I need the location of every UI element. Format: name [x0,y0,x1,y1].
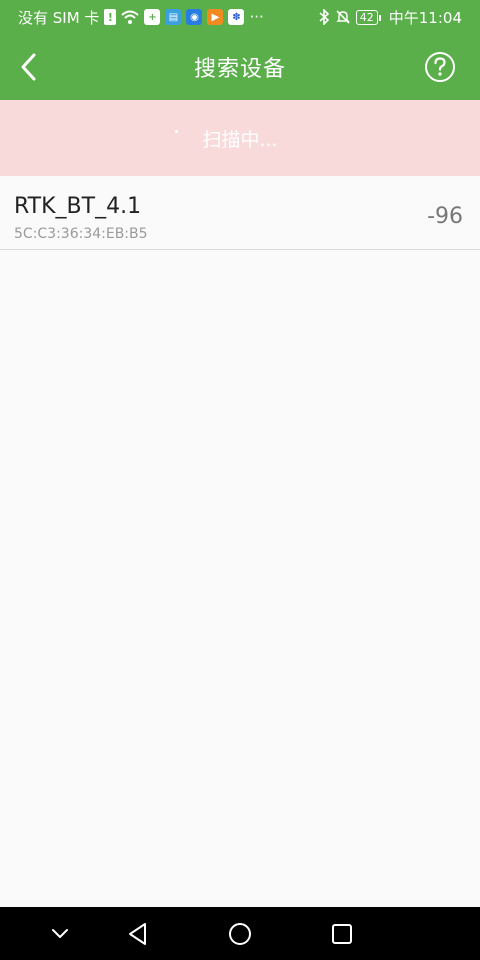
battery-icon: 42 [355,9,381,25]
more-notifications-icon: ··· [249,8,264,26]
battery-level: 42 [359,10,374,24]
collapse-icon[interactable] [45,919,75,949]
page-title: 搜索设备 [193,57,286,82]
status-bar: 没有 SIM 卡 ! + ▤ ◉ ▶ ✽ ··· 42 中午11:04 [0,0,480,34]
back-triangle-icon[interactable] [123,919,153,949]
system-nav-bar [0,907,480,960]
lightbulb-app-icon: ◉ [186,9,203,25]
mute-bell-icon [336,10,350,24]
device-name: RTK_BT_4.1 [14,194,142,219]
wifi-icon [121,10,140,24]
app-bar: 搜索设备 [0,34,480,100]
question-circle-icon[interactable] [424,51,456,83]
recents-square-icon[interactable] [327,919,357,949]
bluetooth-icon [319,9,329,25]
device-rssi: -96 [427,204,463,229]
carrier-text: 没有 SIM 卡 [18,8,100,27]
status-left: 没有 SIM 卡 ! + ▤ ◉ ▶ ✽ ··· [18,7,264,28]
book-app-icon: ▤ [165,9,182,25]
clock-text: 中午11:04 [388,8,462,27]
device-mac-address: 5C:C3:36:34:EB:B5 [14,226,148,242]
status-right: 42 中午11:04 [318,7,462,28]
baidu-app-icon: ✽ [228,9,245,25]
app-notification-icon: + [144,9,161,25]
device-list-item[interactable]: RTK_BT_4.1 5C:C3:36:34:EB:B5 -96 [0,176,480,250]
play-app-icon: ▶ [207,9,224,25]
home-circle-icon[interactable] [225,919,255,949]
scanning-text: 扫描中... [202,128,278,151]
scanning-banner: 扫描中... [0,100,480,176]
spinner-icon [175,130,178,133]
sim-alert-icon: ! [104,9,117,25]
